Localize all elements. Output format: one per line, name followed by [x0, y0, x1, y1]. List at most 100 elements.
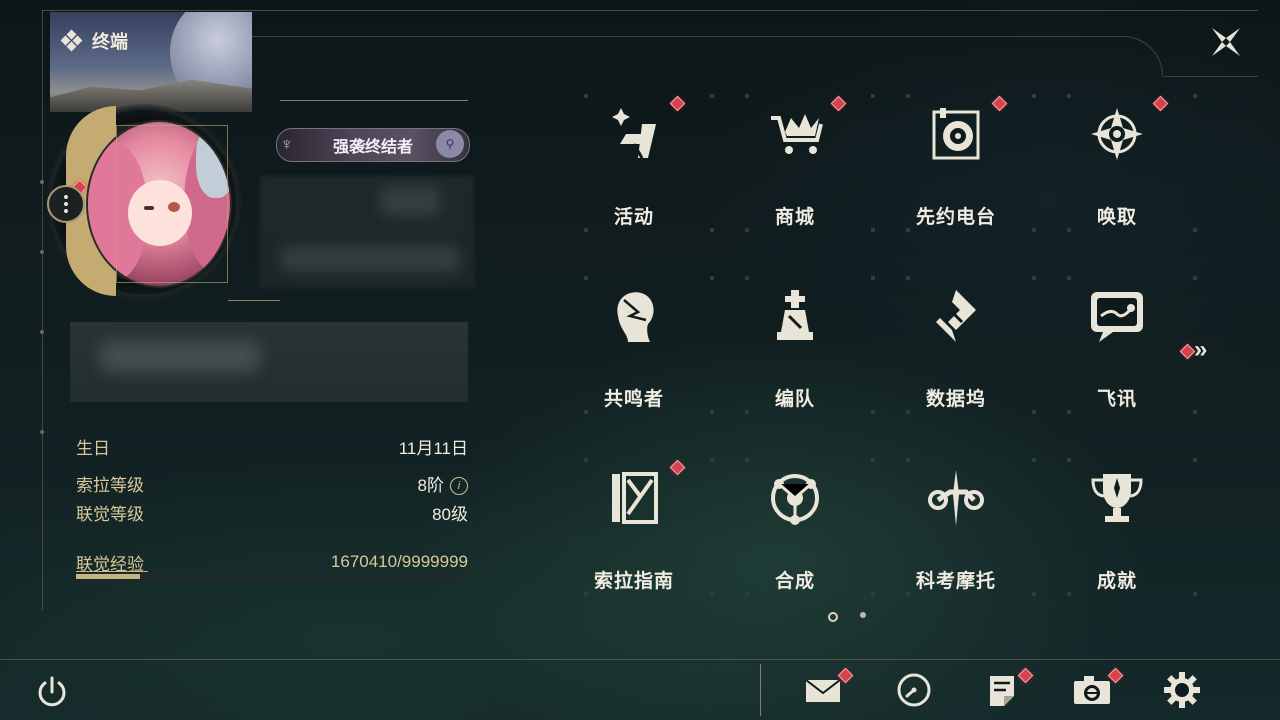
settings-button[interactable] [1162, 670, 1202, 710]
menu-item-motorbike[interactable]: 科考摩托 [876, 446, 1036, 596]
blurred-signature-area[interactable] [70, 322, 468, 402]
trophy-icon [1087, 468, 1147, 528]
team-chess-icon [765, 286, 825, 346]
notice-icon [990, 676, 1014, 706]
menu-item-team-chess[interactable]: 编队 [715, 264, 875, 414]
side-ornament [38, 180, 46, 480]
next-page-button[interactable]: » [1179, 336, 1224, 363]
menu-item-data-bank[interactable]: 数据坞 [876, 264, 1036, 414]
menu-item-synthesis-atom[interactable]: 合成 [715, 446, 875, 596]
corner-tick [906, 94, 910, 98]
synthesis-atom-icon [765, 468, 825, 528]
menu-item-radio-disc[interactable]: 先约电台 [876, 82, 1036, 232]
events-sparkle-icon [604, 104, 664, 164]
profile-more-button[interactable] [47, 185, 85, 223]
terminal-diamond-icon [60, 29, 83, 52]
menu-item-resonator-head[interactable]: 共鸣者 [554, 264, 714, 414]
corner-tick [745, 458, 749, 462]
double-chevron-right-icon: » [1194, 336, 1208, 363]
dragon-icon: ♆ [280, 134, 294, 154]
corner-tick [1193, 94, 1197, 98]
blurred-name-area [260, 176, 474, 288]
menu-item-label: 索拉指南 [593, 571, 674, 592]
divider [228, 300, 280, 301]
page-dot[interactable] [828, 612, 838, 622]
corner-tick [584, 458, 588, 462]
menu-item-label: 编队 [774, 389, 815, 410]
birthday-value: 11月11日 [398, 438, 468, 458]
corner-tick [1193, 276, 1197, 280]
terminal-header: 终端 [60, 28, 128, 54]
corner-tick [906, 276, 910, 280]
sola-level-label: 索拉等级 [76, 475, 144, 495]
resonator-head-icon [604, 286, 664, 346]
power-icon [38, 676, 66, 707]
page-dot[interactable] [860, 612, 866, 618]
mail-button[interactable] [804, 667, 854, 710]
menu-item-convene-compass[interactable]: 唤取 [1037, 82, 1197, 232]
corner-tick [584, 94, 588, 98]
birthday-label: 生日 [76, 438, 110, 458]
menu-item-message-bubble[interactable]: 飞讯 [1037, 264, 1197, 414]
corner-tick [871, 276, 875, 280]
menu-grid: 活动 商城 先约电台 唤取共鸣者 编队 数据坞 飞讯索拉指南 合成 科考摩托 成就 [554, 82, 1197, 622]
bottom-divider [0, 659, 1280, 660]
corner-tick [871, 94, 875, 98]
corner-tick [710, 94, 714, 98]
menu-item-label: 唤取 [1096, 207, 1137, 228]
corner-tick [745, 94, 749, 98]
notification-badge [669, 459, 686, 476]
corner-tick [871, 458, 875, 462]
exp-progress-fill [76, 574, 140, 579]
menu-item-events-sparkle[interactable]: 活动 [554, 82, 714, 232]
divider [76, 571, 148, 572]
menu-item-label: 共鸣者 [603, 389, 664, 410]
corner-tick [1193, 458, 1197, 462]
close-icon [1212, 28, 1240, 56]
notification-badge [669, 95, 686, 112]
notice-button[interactable] [982, 667, 1034, 710]
menu-item-label: 商城 [774, 207, 815, 228]
camera-icon [1074, 676, 1110, 704]
corner-tick [906, 458, 910, 462]
profile-banner-image[interactable] [50, 12, 252, 112]
menu-item-label: 数据坞 [925, 389, 986, 410]
menu-item-guide-book[interactable]: 索拉指南 [554, 446, 714, 596]
notification-badge [1179, 343, 1196, 360]
notification-badge [1152, 95, 1169, 112]
menu-item-label: 合成 [774, 571, 815, 592]
menu-item-shop-crown-cart[interactable]: 商城 [715, 82, 875, 232]
notification-badge [830, 95, 847, 112]
menu-item-label: 科考摩托 [915, 571, 996, 592]
motorbike-icon [926, 468, 986, 528]
corner-tick [710, 276, 714, 280]
convene-compass-icon [1087, 104, 1147, 164]
birthday-row: 生日 11月11日 [76, 434, 468, 458]
union-level-label: 联觉等级 [76, 504, 144, 524]
avatar-frame [116, 125, 228, 283]
page-indicator [828, 612, 866, 622]
frame-line [42, 10, 1258, 11]
message-bubble-icon [1087, 286, 1147, 346]
corner-tick [1032, 94, 1036, 98]
corner-tick [1032, 276, 1036, 280]
settings-gear-icon [1164, 672, 1200, 708]
camera-button[interactable] [1072, 667, 1124, 710]
corner-tick [1067, 94, 1071, 98]
data-bank-icon [926, 286, 986, 346]
power-button[interactable] [34, 674, 70, 710]
union-level-value: 80级 [432, 504, 468, 524]
title-badge-label: 强袭终结者 [332, 139, 413, 156]
divider [280, 100, 468, 101]
info-icon[interactable]: i [450, 477, 468, 496]
close-button[interactable] [1206, 22, 1246, 62]
clock-button[interactable] [894, 670, 934, 710]
menu-item-label: 先约电台 [915, 207, 996, 228]
corner-tick [1032, 458, 1036, 462]
sola-level-value: 8阶 [417, 475, 444, 495]
guide-book-icon [604, 468, 664, 528]
corner-tick [1067, 458, 1071, 462]
corner-tick [1067, 276, 1071, 280]
menu-item-trophy[interactable]: 成就 [1037, 446, 1197, 596]
menu-item-label: 成就 [1096, 571, 1137, 592]
